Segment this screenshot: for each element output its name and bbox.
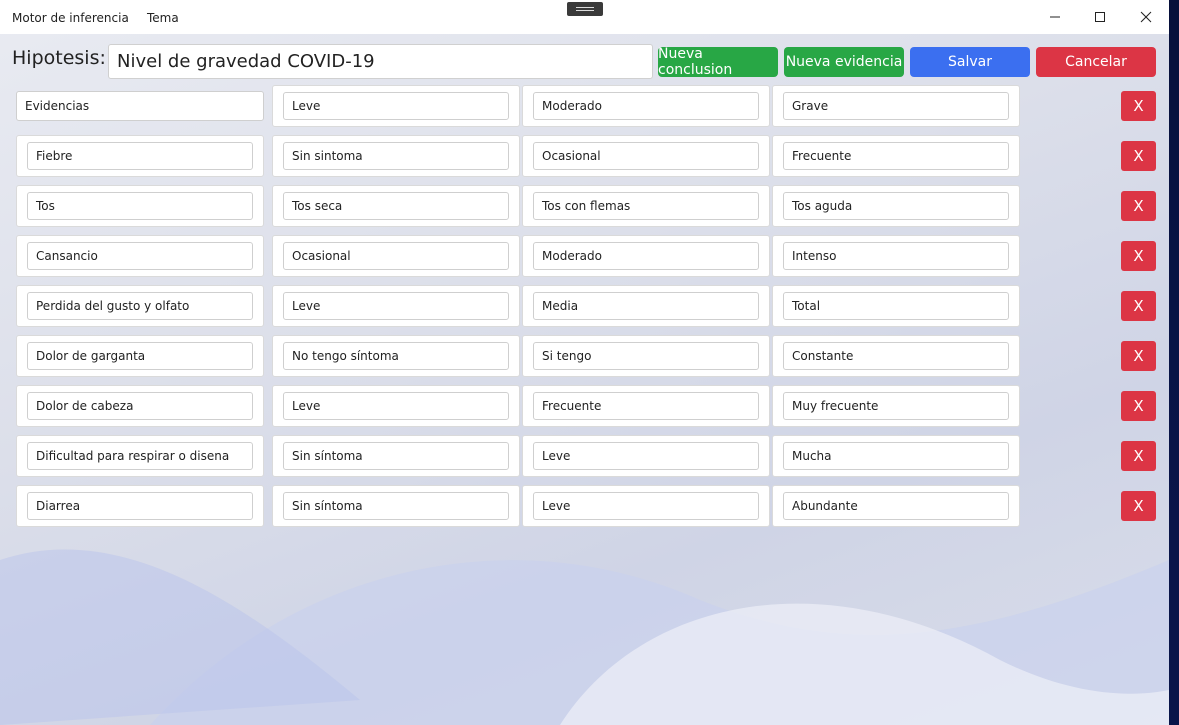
level-low-input[interactable]: Tos seca: [283, 192, 509, 220]
level-high-input[interactable]: Tos aguda: [783, 192, 1009, 220]
level-low-input[interactable]: Leve: [283, 92, 509, 120]
evidence-name-input[interactable]: Cansancio: [27, 242, 253, 270]
level-high-input[interactable]: Mucha: [783, 442, 1009, 470]
level-high-input[interactable]: Total: [783, 292, 1009, 320]
grid-cell: Mucha: [772, 435, 1020, 477]
grid-cell: Leve: [272, 385, 520, 427]
maximize-icon: [1095, 12, 1105, 22]
drag-handle[interactable]: [567, 2, 603, 16]
grid-cell: Tos: [16, 185, 264, 227]
grid-cell: Media: [522, 285, 770, 327]
delete-row-button[interactable]: X: [1121, 241, 1156, 271]
grid-cell: No tengo síntoma: [272, 335, 520, 377]
level-high-input[interactable]: Muy frecuente: [783, 392, 1009, 420]
grid-cell: Grave: [772, 85, 1020, 127]
level-high-input[interactable]: Frecuente: [783, 142, 1009, 170]
evidence-name-input[interactable]: Diarrea: [27, 492, 253, 520]
grid-cell: Frecuente: [522, 385, 770, 427]
grid-cell: Leve: [272, 85, 520, 127]
grid-cell: Tos aguda: [772, 185, 1020, 227]
delete-row-button[interactable]: X: [1121, 191, 1156, 221]
close-button[interactable]: [1123, 0, 1169, 34]
level-low-input[interactable]: Leve: [283, 292, 509, 320]
grid-cell: Sin síntoma: [272, 435, 520, 477]
delete-row-button[interactable]: X: [1121, 441, 1156, 471]
level-high-input[interactable]: Constante: [783, 342, 1009, 370]
delete-row-button[interactable]: X: [1121, 491, 1156, 521]
level-medium-input[interactable]: Tos con flemas: [533, 192, 759, 220]
grid-cell: Ocasional: [272, 235, 520, 277]
level-low-input[interactable]: Sin sintoma: [283, 142, 509, 170]
level-medium-input[interactable]: Frecuente: [533, 392, 759, 420]
delete-row-button[interactable]: X: [1121, 391, 1156, 421]
delete-row-button[interactable]: X: [1121, 141, 1156, 171]
close-icon: [1140, 11, 1152, 23]
new-conclusion-button[interactable]: Nueva conclusion: [658, 46, 778, 78]
grid-cell: Sin sintoma: [272, 135, 520, 177]
title-bar: Motor de inferencia Tema: [0, 0, 1169, 34]
evidence-name-input[interactable]: Perdida del gusto y olfato: [27, 292, 253, 320]
grid-cell: Tos seca: [272, 185, 520, 227]
grid-cell: Intenso: [772, 235, 1020, 277]
grid-cell: Leve: [522, 485, 770, 527]
grid-cell: Leve: [522, 435, 770, 477]
grid-cell: Evidencias: [16, 91, 264, 121]
level-high-input[interactable]: Grave: [783, 92, 1009, 120]
level-low-input[interactable]: Sin síntoma: [283, 492, 509, 520]
level-medium-input[interactable]: Si tengo: [533, 342, 759, 370]
grid-cell: Moderado: [522, 235, 770, 277]
grid-cell: Perdida del gusto y olfato: [16, 285, 264, 327]
save-button[interactable]: Salvar: [910, 47, 1030, 77]
delete-row-button[interactable]: X: [1121, 291, 1156, 321]
grid-cell: Total: [772, 285, 1020, 327]
maximize-button[interactable]: [1077, 0, 1123, 34]
menu-theme[interactable]: Tema: [147, 11, 179, 25]
grid-cell: Moderado: [522, 85, 770, 127]
level-low-input[interactable]: No tengo síntoma: [283, 342, 509, 370]
level-medium-input[interactable]: Moderado: [533, 92, 759, 120]
level-medium-input[interactable]: Moderado: [533, 242, 759, 270]
grid-cell: Cansancio: [16, 235, 264, 277]
level-low-input[interactable]: Ocasional: [283, 242, 509, 270]
minimize-icon: [1050, 16, 1060, 18]
hypothesis-label: Hipotesis:: [12, 47, 106, 69]
app-window: Motor de inferencia Tema Hipotesis: Nive…: [0, 0, 1169, 725]
level-high-input[interactable]: Intenso: [783, 242, 1009, 270]
level-medium-input[interactable]: Media: [533, 292, 759, 320]
cancel-button[interactable]: Cancelar: [1036, 47, 1156, 77]
evidence-name-input[interactable]: Tos: [27, 192, 253, 220]
evidence-name-input[interactable]: Dificultad para respirar o disena: [27, 442, 253, 470]
app-title: Motor de inferencia: [12, 11, 129, 25]
level-high-input[interactable]: Abundante: [783, 492, 1009, 520]
grid-cell: Tos con flemas: [522, 185, 770, 227]
grid-cell: Dificultad para respirar o disena: [16, 435, 264, 477]
grid-cell: Leve: [272, 285, 520, 327]
delete-row-button[interactable]: X: [1121, 91, 1156, 121]
level-medium-input[interactable]: Ocasional: [533, 142, 759, 170]
evidence-name-input[interactable]: Fiebre: [27, 142, 253, 170]
delete-row-button[interactable]: X: [1121, 341, 1156, 371]
evidence-name-input[interactable]: Dolor de cabeza: [27, 392, 253, 420]
grid-cell: Muy frecuente: [772, 385, 1020, 427]
grid-cell: Abundante: [772, 485, 1020, 527]
grid-cell: Diarrea: [16, 485, 264, 527]
level-low-input[interactable]: Leve: [283, 392, 509, 420]
grid-cell: Sin síntoma: [272, 485, 520, 527]
grid-cell: Dolor de garganta: [16, 335, 264, 377]
grid-cell: Frecuente: [772, 135, 1020, 177]
level-medium-input[interactable]: Leve: [533, 442, 759, 470]
level-medium-input[interactable]: Leve: [533, 492, 759, 520]
grid-cell: Fiebre: [16, 135, 264, 177]
grid-cell: Dolor de cabeza: [16, 385, 264, 427]
level-low-input[interactable]: Sin síntoma: [283, 442, 509, 470]
minimize-button[interactable]: [1032, 0, 1078, 34]
evidence-name-input[interactable]: Dolor de garganta: [27, 342, 253, 370]
hypothesis-input[interactable]: Nivel de gravedad COVID-19: [108, 44, 653, 79]
grid-cell: Constante: [772, 335, 1020, 377]
grid-cell: Si tengo: [522, 335, 770, 377]
grid-cell: Ocasional: [522, 135, 770, 177]
new-evidence-button[interactable]: Nueva evidencia: [784, 47, 904, 77]
evidence-name-input[interactable]: Evidencias: [16, 91, 264, 121]
